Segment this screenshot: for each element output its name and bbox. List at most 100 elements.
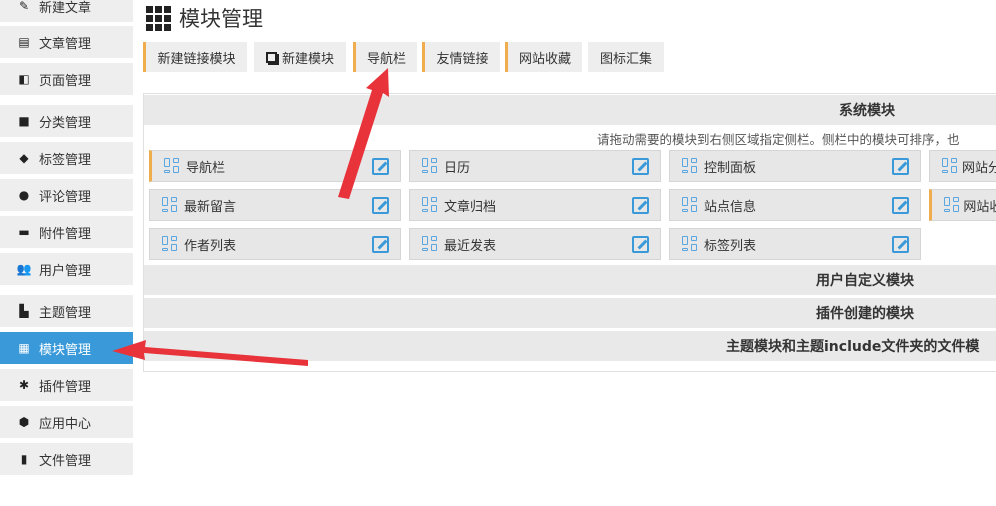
sidebar-item-file-management[interactable]: ▮ 文件管理 — [0, 443, 133, 475]
module-icon — [682, 158, 698, 174]
icon-collection-button[interactable]: 图标汇集 — [588, 42, 664, 72]
sidebar-item-comment-management[interactable]: ● 评论管理 — [0, 179, 133, 211]
module-icon — [422, 197, 438, 213]
widget-label: 网站收 — [963, 199, 996, 215]
widget-label: 作者列表 — [184, 238, 237, 254]
edit-icon[interactable] — [632, 236, 649, 253]
sidebar-item-article-management[interactable]: ▤ 文章管理 — [0, 26, 133, 58]
sidebar-item-plugin-management[interactable]: ✱ 插件管理 — [0, 369, 133, 401]
sidebar-item-label: 主题管理 — [39, 305, 92, 321]
widget-control-panel[interactable]: 控制面板 — [669, 150, 921, 182]
new-module-button[interactable]: 新建模块 — [254, 42, 346, 72]
edit-icon[interactable] — [892, 236, 909, 253]
sidebar-item-label: 页面管理 — [39, 73, 92, 89]
sidebar-item-page-management[interactable]: ◧ 页面管理 — [0, 63, 133, 95]
button-label: 网站收藏 — [518, 51, 571, 67]
widget-label: 文章归档 — [444, 199, 497, 215]
module-icon — [164, 158, 180, 174]
widget-label: 最新留言 — [184, 199, 237, 215]
section-title: 系统模块 — [839, 103, 895, 119]
widget-archives[interactable]: 文章归档 — [409, 189, 661, 221]
sidebar-item-tag-management[interactable]: ◆ 标签管理 — [0, 142, 133, 174]
widget-label: 标签列表 — [704, 238, 757, 254]
layout-icon: ▙ — [19, 304, 29, 318]
navbar-button[interactable]: 导航栏 — [353, 42, 417, 72]
edit-icon[interactable] — [892, 158, 909, 175]
module-icon — [944, 197, 959, 213]
widget-site-favorites[interactable]: 网站收 — [929, 189, 996, 221]
sidebar-item-label: 插件管理 — [39, 379, 92, 395]
site-favorites-button[interactable]: 网站收藏 — [505, 42, 582, 72]
module-icon — [162, 197, 178, 213]
widget-recent-posts[interactable]: 最近发表 — [409, 228, 661, 260]
file-icon: ▮ — [20, 452, 28, 466]
folder-icon: ■ — [18, 114, 30, 128]
document-icon: ▤ — [18, 35, 30, 49]
system-modules-header[interactable]: 系统模块 — [144, 95, 996, 125]
module-icon — [422, 236, 438, 252]
edit-icon[interactable] — [632, 197, 649, 214]
grid-icon: ▦ — [18, 341, 30, 355]
module-icon — [682, 236, 698, 252]
new-link-module-button[interactable]: 新建链接模块 — [143, 42, 247, 72]
section-title: 插件创建的模块 — [816, 306, 914, 322]
edit-icon[interactable] — [632, 158, 649, 175]
sidebar-item-category-management[interactable]: ■ 分类管理 — [0, 105, 133, 137]
section-title: 主题模块和主题include文件夹的文件模 — [726, 339, 980, 355]
widget-label: 日历 — [444, 160, 471, 176]
button-label: 图标汇集 — [599, 51, 652, 67]
sidebar-item-theme-management[interactable]: ▙ 主题管理 — [0, 295, 133, 327]
page-title: 模块管理 — [179, 7, 263, 31]
widget-tag-list[interactable]: 标签列表 — [669, 228, 921, 260]
sidebar-item-new-article[interactable]: ✎ 新建文章 — [0, 0, 133, 22]
sidebar-item-app-center[interactable]: ⬢ 应用中心 — [0, 406, 133, 438]
tag-icon: ◆ — [19, 151, 29, 165]
users-icon: 👥 — [16, 262, 32, 276]
friend-links-button[interactable]: 友情链接 — [422, 42, 500, 72]
edit-icon[interactable] — [372, 158, 389, 175]
widget-latest-comments[interactable]: 最新留言 — [149, 189, 401, 221]
button-label: 新建链接模块 — [157, 51, 236, 67]
plugin-modules-header[interactable]: 插件创建的模块 — [144, 298, 996, 328]
widget-calendar[interactable]: 日历 — [409, 150, 661, 182]
sidebar-item-attachment-management[interactable]: ▬ 附件管理 — [0, 216, 133, 248]
widget-label: 导航栏 — [186, 160, 226, 176]
widget-site-category[interactable]: 网站分 — [929, 150, 996, 182]
sidebar-item-label: 应用中心 — [39, 416, 92, 432]
edit-icon[interactable] — [372, 236, 389, 253]
widget-navbar[interactable]: 导航栏 — [149, 150, 401, 182]
sidebar-item-user-management[interactable]: 👥 用户管理 — [0, 253, 133, 285]
widget-site-info[interactable]: 站点信息 — [669, 189, 921, 221]
sidebar-item-module-management[interactable]: ▦ 模块管理 — [0, 332, 133, 364]
page-icon: ◧ — [18, 72, 30, 86]
puzzle-icon: ✱ — [18, 378, 30, 392]
module-icon — [162, 236, 178, 252]
widget-author-list[interactable]: 作者列表 — [149, 228, 401, 260]
module-icon — [682, 197, 698, 213]
section-title: 用户自定义模块 — [816, 273, 914, 289]
module-icon — [942, 158, 957, 174]
sidebar-item-label: 文章管理 — [39, 36, 92, 52]
widget-label: 控制面板 — [704, 160, 757, 176]
sidebar-item-label: 用户管理 — [39, 263, 92, 279]
button-label: 友情链接 — [436, 51, 489, 67]
cube-icon: ⬢ — [18, 415, 30, 429]
sidebar-item-label: 模块管理 — [39, 342, 92, 358]
module-icon — [422, 158, 438, 174]
sidebar-item-label: 新建文章 — [39, 0, 92, 16]
widget-label: 站点信息 — [704, 199, 757, 215]
sidebar-item-label: 标签管理 — [39, 152, 92, 168]
user-modules-header[interactable]: 用户自定义模块 — [144, 265, 996, 295]
sidebar: ✎ 新建文章 ▤ 文章管理 ◧ 页面管理 ■ 分类管理 ◆ 标签管理 ● 评论管… — [0, 0, 133, 506]
sidebar-item-label: 分类管理 — [39, 115, 92, 131]
inbox-icon: ▬ — [18, 225, 30, 239]
edit-icon[interactable] — [372, 197, 389, 214]
edit-icon[interactable] — [892, 197, 909, 214]
page-title-row: 模块管理 — [146, 3, 263, 33]
grid-icon — [146, 5, 171, 31]
sidebar-item-label: 文件管理 — [39, 453, 92, 469]
widget-label: 网站分 — [961, 160, 996, 176]
comment-icon: ● — [18, 188, 30, 202]
sidebar-item-label: 评论管理 — [39, 189, 92, 205]
theme-modules-header[interactable]: 主题模块和主题include文件夹的文件模 — [144, 331, 996, 361]
